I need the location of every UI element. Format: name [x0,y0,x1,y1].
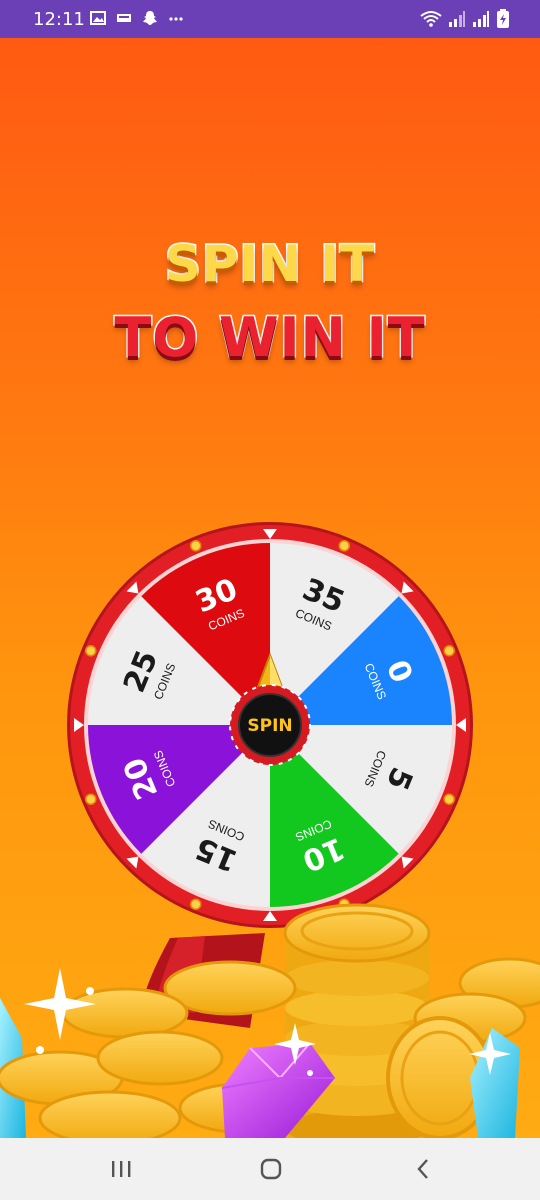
navigation-bar [0,1138,540,1200]
image-icon [90,11,106,25]
message-icon [117,14,131,22]
spin-game-screen: SPIN IT TO WIN IT 35 COINS 0 COINS 5 COINS 10 C… [0,38,540,1138]
recents-icon [112,1161,131,1177]
status-left-icons [90,10,184,26]
signal-icon [449,11,465,27]
status-right-icons [420,9,510,29]
status-time: 12:11 [33,9,85,30]
back-button[interactable] [403,1152,443,1186]
signal-icon [473,11,489,27]
status-bar: 12:11 [0,0,540,38]
back-icon [417,1159,428,1179]
home-button[interactable] [251,1152,291,1186]
snapchat-icon [143,11,157,25]
more-icon [169,17,183,21]
coins-decoration [0,903,540,1138]
wifi-icon [420,11,442,27]
recents-button[interactable] [101,1152,141,1186]
battery-icon [497,9,509,28]
home-icon [260,1158,282,1180]
